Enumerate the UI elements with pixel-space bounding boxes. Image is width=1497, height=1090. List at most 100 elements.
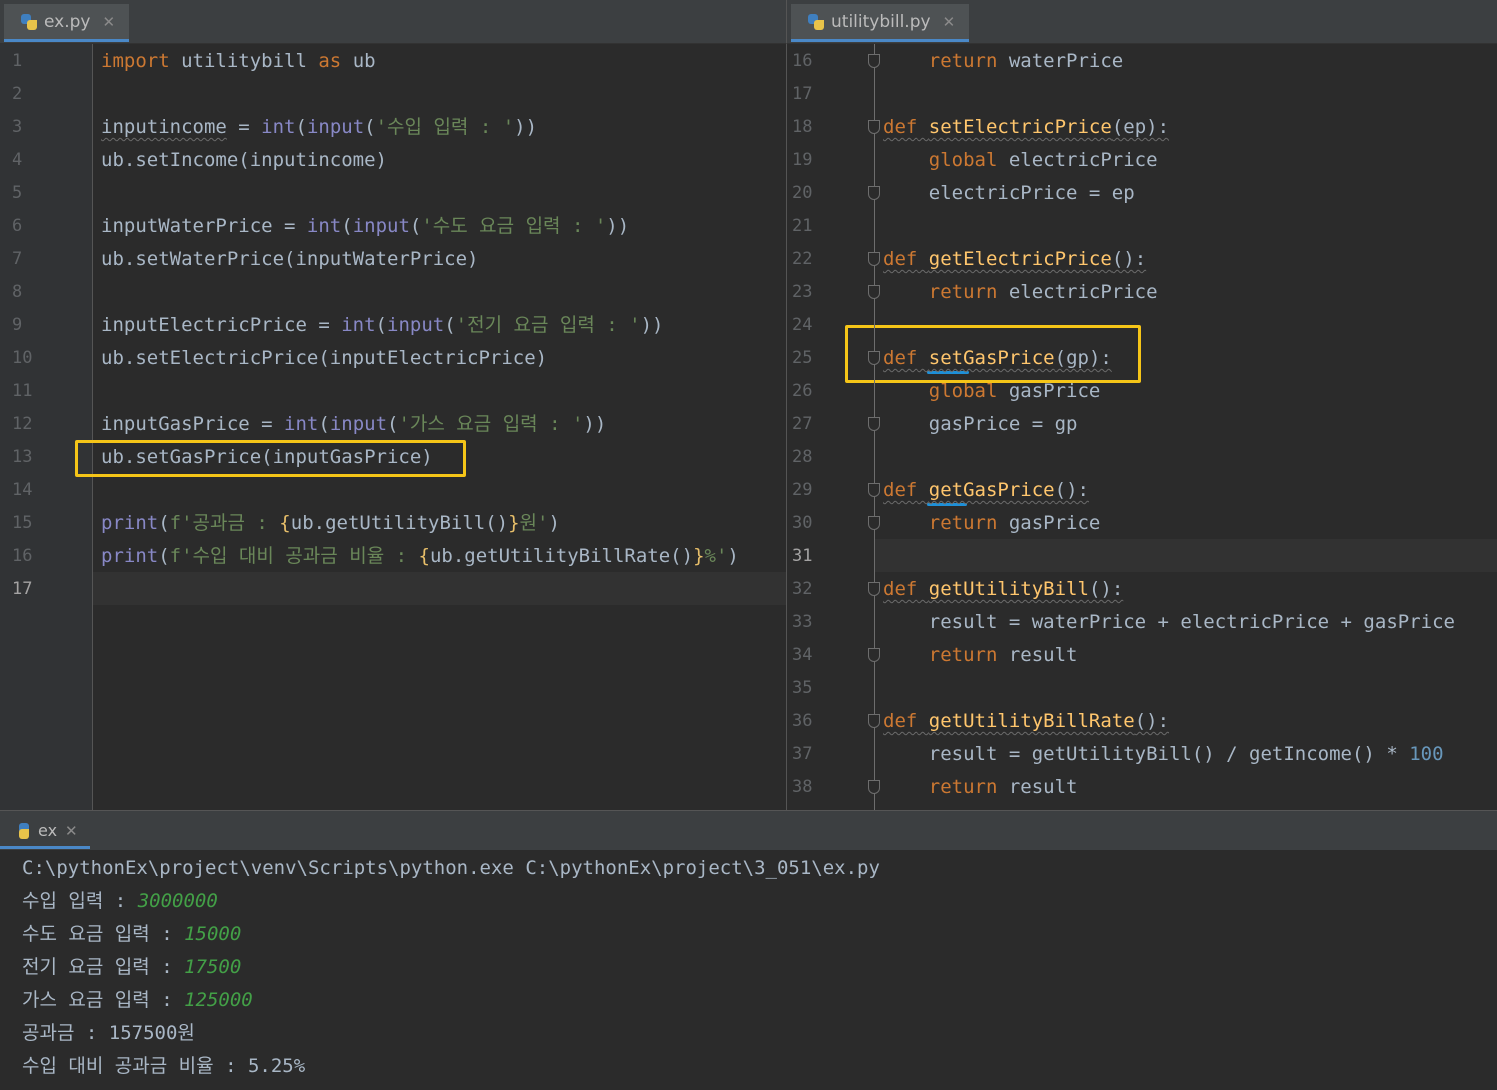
line-number: 35 xyxy=(792,678,813,698)
code-line[interactable]: 31 xyxy=(787,540,1497,573)
code-line[interactable]: 22 def getElectricPrice(): xyxy=(787,243,1497,276)
line-number: 29 xyxy=(792,480,813,500)
fold-marker-icon[interactable] xyxy=(868,483,880,497)
fold-marker-icon[interactable] xyxy=(868,285,880,299)
code-text: result = waterPrice + electricPrice + ga… xyxy=(883,611,1455,633)
code-line[interactable]: 11 xyxy=(0,375,786,408)
code-text: def setElectricPrice(ep): xyxy=(883,116,1170,138)
fold-marker-icon[interactable] xyxy=(868,351,880,365)
code-text: ub.setElectricPrice(inputElectricPrice) xyxy=(101,347,548,369)
code-text: def getElectricPrice(): xyxy=(883,248,1147,270)
code-line[interactable]: 16 print(f'수입 대비 공과금 비율 : {ub.getUtilityB… xyxy=(0,540,786,573)
code-line[interactable]: 35 xyxy=(787,672,1497,705)
code-line[interactable]: 5 xyxy=(0,177,786,210)
code-line[interactable]: 1 import utilitybill as ub xyxy=(0,45,786,78)
close-icon[interactable]: ✕ xyxy=(102,13,115,31)
editor-ex-py[interactable]: 1 import utilitybill as ub 2 3 inputincome =… xyxy=(0,44,786,810)
code-line[interactable]: 24 xyxy=(787,309,1497,342)
code-text: inputElectricPrice = int(input('전기 요금 입력… xyxy=(101,314,664,336)
left-tab-bar: ex.py ✕ xyxy=(0,0,786,44)
code-line[interactable]: 27 gasPrice = gp xyxy=(787,408,1497,441)
run-console-output[interactable]: C:\pythonEx\project\venv\Scripts\python.… xyxy=(0,850,1497,1090)
code-line[interactable]: 37 result = getUtilityBill() / getIncome… xyxy=(787,738,1497,771)
code-line[interactable]: 4 ub.setIncome(inputincome) xyxy=(0,144,786,177)
editor-utilitybill-py[interactable]: 16 return waterPrice 17 18 def setElectricP… xyxy=(786,44,1497,810)
code-line[interactable]: 9 inputElectricPrice = int(input('전기 요금 입… xyxy=(0,309,786,342)
code-line[interactable]: 3 inputincome = int(input('수입 입력 : ')) xyxy=(0,111,786,144)
code-line[interactable]: 12 inputGasPrice = int(input('가스 요금 입력 : … xyxy=(0,408,786,441)
code-line[interactable]: 13 ub.setGasPrice(inputGasPrice) xyxy=(0,441,786,474)
close-icon[interactable]: ✕ xyxy=(65,822,78,840)
code-text: import utilitybill as ub xyxy=(101,50,376,72)
console-command-line: C:\pythonEx\project\venv\Scripts\python.… xyxy=(22,857,880,879)
code-text: ub.setIncome(inputincome) xyxy=(101,149,387,171)
console-prompt-text: 수도 요금 입력 : xyxy=(22,923,185,945)
line-number: 38 xyxy=(792,777,813,797)
code-line[interactable]: 15 print(f'공과금 : {ub.getUtilityBill()}원') xyxy=(0,507,786,540)
code-line[interactable]: 26 global gasPrice xyxy=(787,375,1497,408)
code-line[interactable]: 34 return result xyxy=(787,639,1497,672)
console-result-line: 수입 대비 공과금 비율 : 5.25% xyxy=(22,1055,306,1077)
fold-marker-icon[interactable] xyxy=(868,120,880,134)
code-line[interactable]: 17 xyxy=(0,573,786,606)
code-line[interactable]: 38 return result xyxy=(787,771,1497,804)
code-line[interactable]: 17 xyxy=(787,78,1497,111)
console-user-input: 3000000 xyxy=(137,890,218,912)
code-text: electricPrice = ep xyxy=(883,182,1135,204)
line-number: 6 xyxy=(12,216,23,236)
code-line[interactable]: 32 def getUtilityBill(): xyxy=(787,573,1497,606)
line-number: 30 xyxy=(792,513,813,533)
tab-label: utilitybill.py xyxy=(831,11,931,32)
line-number: 20 xyxy=(792,183,813,203)
code-line[interactable]: 10 ub.setElectricPrice(inputElectricPrice… xyxy=(0,342,786,375)
code-text: print(f'공과금 : {ub.getUtilityBill()}원') xyxy=(101,512,560,534)
line-number: 36 xyxy=(792,711,813,731)
code-line[interactable]: 36 def getUtilityBillRate(): xyxy=(787,705,1497,738)
python-run-icon xyxy=(18,822,30,840)
code-line[interactable]: 6 inputWaterPrice = int(input('수도 요금 입력 :… xyxy=(0,210,786,243)
right-tab-bar: utilitybill.py ✕ xyxy=(786,0,1497,44)
fold-marker-icon[interactable] xyxy=(868,417,880,431)
code-line[interactable]: 33 result = waterPrice + electricPrice +… xyxy=(787,606,1497,639)
code-line[interactable]: 30 return gasPrice xyxy=(787,507,1497,540)
fold-marker-icon[interactable] xyxy=(868,780,880,794)
close-icon[interactable]: ✕ xyxy=(943,13,956,31)
line-number: 3 xyxy=(12,117,23,137)
line-number: 7 xyxy=(12,249,23,269)
code-line[interactable]: 16 return waterPrice xyxy=(787,45,1497,78)
fold-marker-icon[interactable] xyxy=(868,582,880,596)
code-line[interactable]: 21 xyxy=(787,210,1497,243)
code-line[interactable]: 28 xyxy=(787,441,1497,474)
code-line[interactable]: 8 xyxy=(0,276,786,309)
line-number: 33 xyxy=(792,612,813,632)
line-number: 4 xyxy=(12,150,23,170)
line-number: 8 xyxy=(12,282,23,302)
fold-marker-icon[interactable] xyxy=(868,54,880,68)
code-line[interactable]: 2 xyxy=(0,78,786,111)
run-tab-ex[interactable]: ex ✕ xyxy=(0,815,90,849)
fold-marker-icon[interactable] xyxy=(868,648,880,662)
fold-marker-icon[interactable] xyxy=(868,252,880,266)
line-number: 37 xyxy=(792,744,813,764)
code-line[interactable]: 23 return electricPrice xyxy=(787,276,1497,309)
line-number: 9 xyxy=(12,315,23,335)
python-file-icon xyxy=(807,13,825,31)
code-line[interactable]: 14 xyxy=(0,474,786,507)
fold-marker-icon[interactable] xyxy=(868,714,880,728)
code-line[interactable]: 25 def setGasPrice(gp): xyxy=(787,342,1497,375)
tab-ex-py[interactable]: ex.py ✕ xyxy=(4,4,130,42)
code-line[interactable]: 18 def setElectricPrice(ep): xyxy=(787,111,1497,144)
code-line[interactable]: 19 global electricPrice xyxy=(787,144,1497,177)
fold-marker-icon[interactable] xyxy=(868,516,880,530)
code-line[interactable]: 7 ub.setWaterPrice(inputWaterPrice) xyxy=(0,243,786,276)
line-number: 13 xyxy=(12,447,33,467)
code-line[interactable]: 20 electricPrice = ep xyxy=(787,177,1497,210)
code-text: result = getUtilityBill() / getIncome() … xyxy=(883,743,1444,765)
tab-utilitybill-py[interactable]: utilitybill.py ✕ xyxy=(791,4,970,42)
code-line[interactable]: 29 def getGasPrice(): xyxy=(787,474,1497,507)
code-text: return gasPrice xyxy=(928,512,1101,534)
code-text: def getUtilityBill(): xyxy=(883,578,1124,600)
line-number: 27 xyxy=(792,414,813,434)
fold-marker-icon[interactable] xyxy=(868,186,880,200)
line-number: 22 xyxy=(792,249,813,269)
